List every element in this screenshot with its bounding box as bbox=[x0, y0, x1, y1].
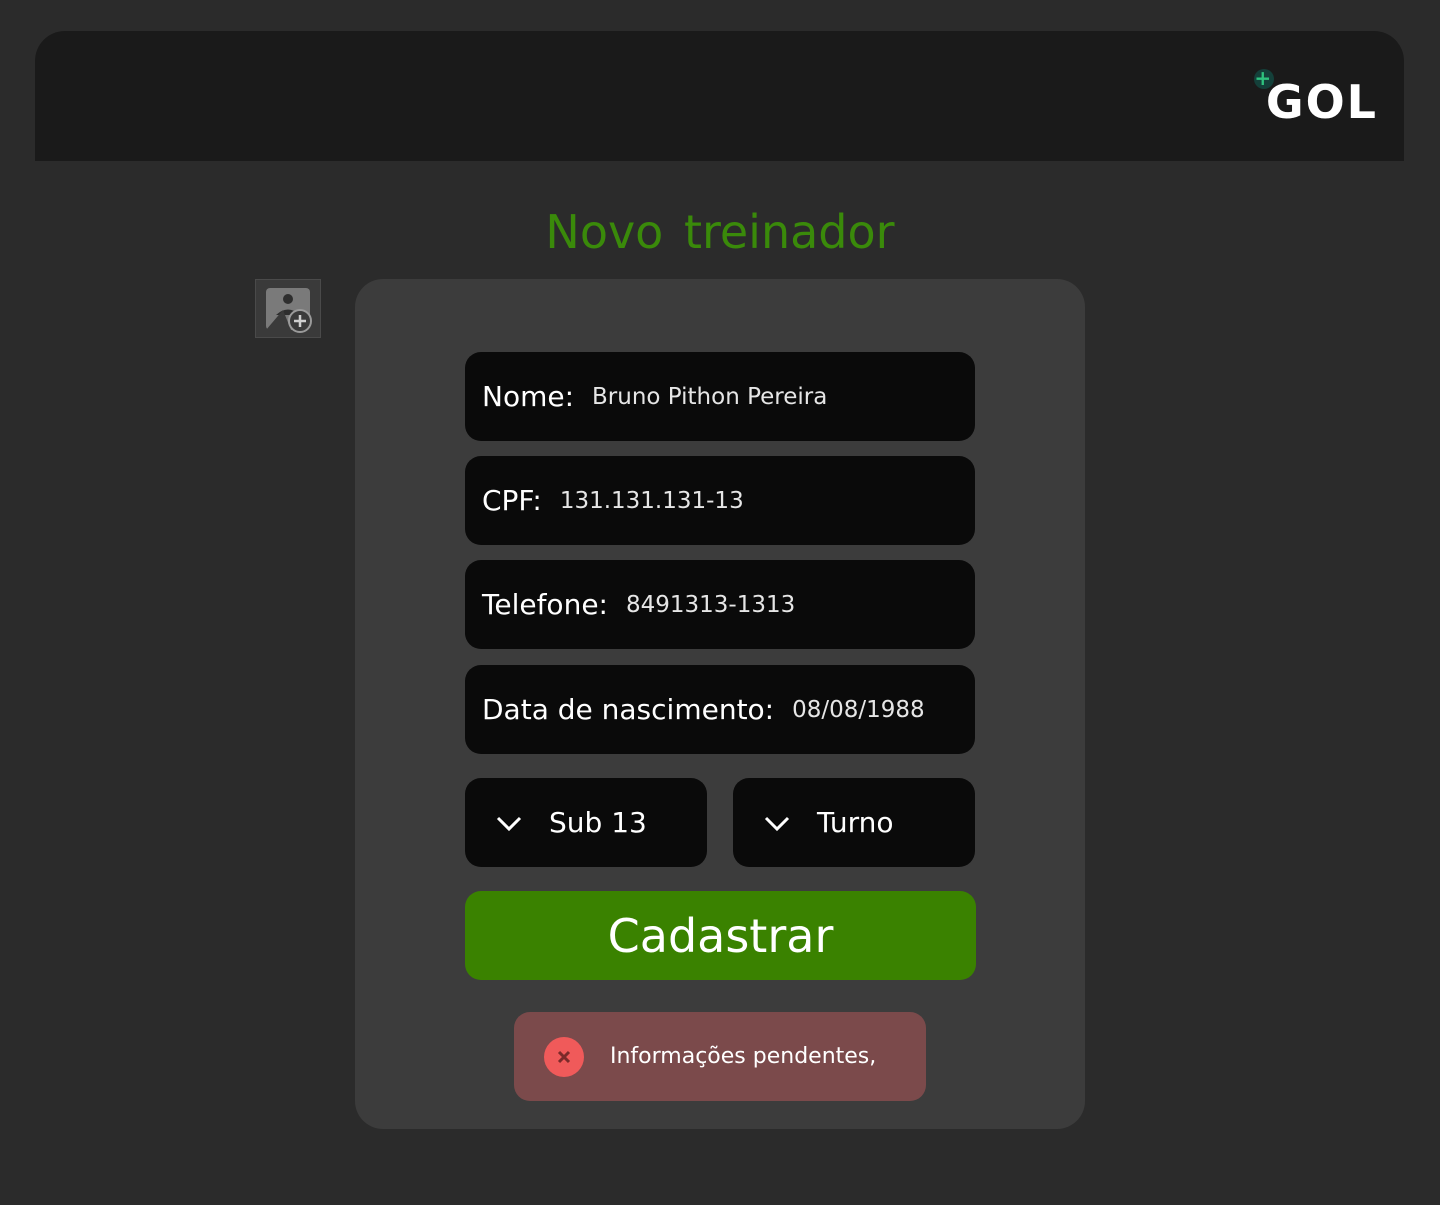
error-toast: Informações pendentes, bbox=[514, 1012, 926, 1101]
register-button[interactable]: Cadastrar bbox=[465, 891, 976, 980]
shift-select[interactable]: Turno bbox=[733, 778, 975, 867]
birthdate-label: Data de nascimento: bbox=[482, 693, 775, 726]
logo-plus-icon: + bbox=[1253, 66, 1274, 90]
birthdate-field[interactable]: Data de nascimento: 08/08/1988 bbox=[465, 665, 975, 754]
category-select[interactable]: Sub 13 bbox=[465, 778, 707, 867]
app-logo[interactable]: + GOL bbox=[1253, 68, 1378, 129]
chevron-down-icon bbox=[764, 816, 790, 831]
page-title: Novo treinador bbox=[545, 205, 895, 259]
category-value: Sub 13 bbox=[549, 806, 647, 839]
chevron-down-icon bbox=[496, 816, 522, 831]
shift-value: Turno bbox=[817, 806, 894, 839]
add-photo-icon bbox=[266, 287, 312, 333]
name-label: Nome: bbox=[482, 380, 575, 413]
phone-input[interactable]: 8491313-1313 bbox=[626, 592, 795, 618]
birthdate-input[interactable]: 08/08/1988 bbox=[792, 697, 925, 723]
error-icon bbox=[544, 1036, 584, 1077]
form-card: Nome: Bruno Pithon Pereira CPF: 131.131.… bbox=[355, 279, 1085, 1129]
header-bar: + GOL bbox=[35, 31, 1404, 161]
name-field[interactable]: Nome: Bruno Pithon Pereira bbox=[465, 352, 975, 441]
name-input[interactable]: Bruno Pithon Pereira bbox=[592, 384, 827, 410]
cpf-input[interactable]: 131.131.131-13 bbox=[560, 488, 744, 514]
add-photo-button[interactable] bbox=[255, 279, 321, 338]
phone-label: Telefone: bbox=[482, 588, 608, 621]
logo-text: GOL bbox=[1265, 75, 1378, 129]
error-message: Informações pendentes, bbox=[610, 1044, 877, 1069]
cpf-label: CPF: bbox=[482, 484, 542, 517]
phone-field[interactable]: Telefone: 8491313-1313 bbox=[465, 560, 975, 649]
cpf-field[interactable]: CPF: 131.131.131-13 bbox=[465, 456, 975, 545]
